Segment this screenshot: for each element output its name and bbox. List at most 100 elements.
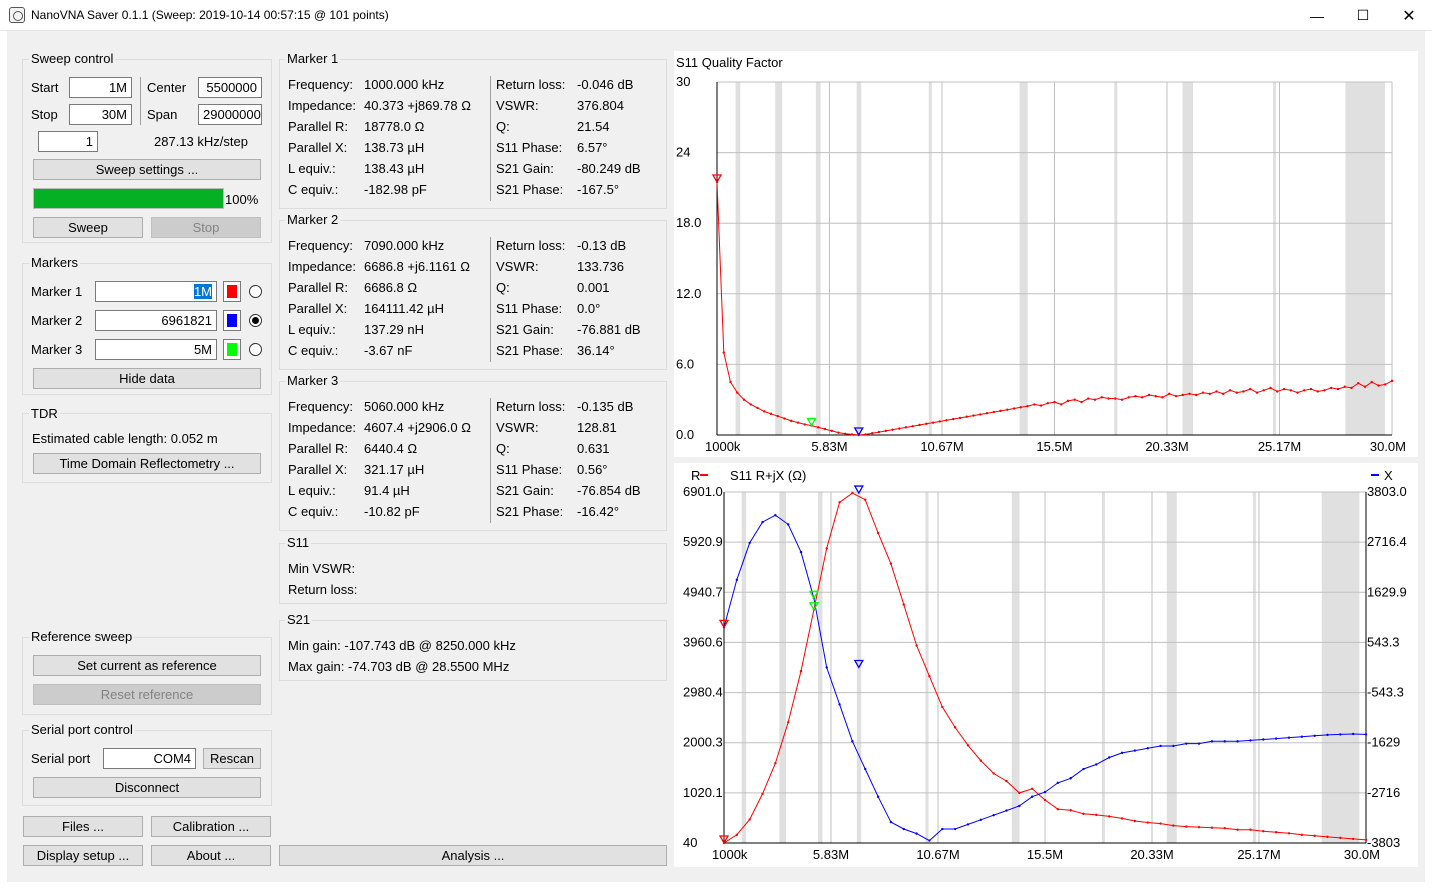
marker-field-value: -182.98 pF [364, 182, 427, 197]
selected-text: 1M [193, 284, 212, 299]
r-series-point [1313, 834, 1316, 838]
q-series-point [1242, 390, 1245, 393]
r-series-point [1197, 825, 1201, 829]
q-series-point [999, 409, 1002, 413]
q-series-point [1201, 391, 1205, 394]
close-icon[interactable]: ✕ [1386, 0, 1432, 31]
window-title-bar: NanoVNA Saver 0.1.1 (Sweep: 2019-10-14 0… [0, 0, 1432, 31]
q-series-point [1370, 380, 1373, 384]
files-button[interactable]: Files ... [23, 816, 143, 837]
marker-data-divider [490, 398, 491, 523]
q-series-point [756, 406, 759, 410]
x-tick-label: 15.5M [1027, 847, 1063, 862]
marker-select-radio[interactable] [249, 343, 262, 356]
marker-select-radio[interactable] [249, 314, 262, 327]
marker-color-swatch [227, 314, 237, 327]
q-series-point [1127, 396, 1130, 399]
s11-summary-title: S11 [285, 535, 312, 550]
x-series-point [953, 827, 957, 831]
reset-reference-button[interactable]: Reset reference [33, 684, 261, 705]
r-series-point [1082, 812, 1085, 816]
tdr-button[interactable]: Time Domain Reflectometry ... [33, 453, 261, 474]
stop-input[interactable]: 30M [69, 104, 132, 125]
y-left-tick-label: 5920.9 [683, 534, 723, 549]
marker-field-label: Parallel X: [288, 462, 348, 477]
stop-label: Stop [31, 107, 58, 122]
marker-color-button[interactable] [223, 339, 241, 360]
hide-data-button[interactable]: Hide data [33, 368, 261, 389]
r-series-point [889, 562, 893, 565]
r-series-point [1133, 819, 1137, 823]
q-series-point [1262, 389, 1265, 392]
marker-frequency-input[interactable]: 1M [95, 281, 217, 302]
q-series-point [1323, 389, 1326, 392]
q-series-point [871, 432, 874, 435]
r-series-point [1120, 817, 1124, 820]
marker-field-label: Parallel R: [288, 441, 348, 456]
marker-label: Marker 2 [31, 313, 83, 328]
marker-select-radio[interactable] [249, 285, 262, 298]
sweep-progress-bar [33, 188, 224, 209]
center-input[interactable]: 5500000 [198, 77, 262, 98]
q-series-point [938, 420, 941, 423]
x-series-point [787, 523, 790, 526]
marker-frequency-input[interactable]: 5M [95, 339, 217, 360]
marker-triangle [806, 417, 817, 427]
q-series-point [877, 430, 881, 434]
calibration-button[interactable]: Calibration ... [151, 816, 271, 837]
q-series-point [952, 417, 955, 421]
stop-button[interactable]: Stop [151, 217, 261, 238]
x-series-point [735, 578, 739, 582]
r-series-point [1172, 824, 1175, 827]
marker-data-title: Marker 3 [285, 373, 341, 388]
rjx-chart-canvas: R S11 R+jX (Ω) X 1000k 5.83M 10.67M 15.5M 20.33… [683, 468, 1407, 862]
marker-data-divider [490, 76, 491, 201]
maximize-icon[interactable]: ☐ [1340, 0, 1386, 31]
marker-data-divider [490, 237, 491, 362]
marker-field-label: Impedance: [288, 420, 356, 435]
marker-color-button[interactable] [223, 310, 241, 331]
q-series-point [817, 426, 820, 429]
q-series-point [790, 419, 793, 423]
q-series-point [1134, 394, 1137, 398]
marker-field-value: 0.56° [577, 462, 608, 477]
display-setup-button[interactable]: Display setup ... [23, 845, 143, 866]
about-button[interactable]: About ... [151, 845, 271, 866]
r-series-point [928, 675, 931, 678]
sweep-settings-button[interactable]: Sweep settings ... [33, 159, 261, 180]
minimize-icon[interactable]: — [1294, 0, 1340, 31]
marker-frequency-input[interactable]: 6961821 [95, 310, 217, 331]
q-series-point [1222, 392, 1225, 396]
set-reference-button[interactable]: Set current as reference [33, 655, 261, 676]
q-series-point [1107, 397, 1110, 400]
q-series-point [1363, 385, 1367, 388]
marker-field-value: 36.14° [577, 343, 615, 358]
r-series-point [915, 644, 918, 647]
rescan-button[interactable]: Rescan [203, 748, 261, 769]
x-series-point [915, 832, 918, 835]
q-series-point [763, 410, 766, 413]
marker-color-button[interactable] [223, 281, 241, 302]
serial-port-input[interactable]: COM4 [103, 748, 196, 769]
x-series-point [1210, 740, 1214, 743]
band-shading [1166, 492, 1177, 843]
s11-quality-factor-chart[interactable]: S11 Quality Factor 1000k 5.83M 10.67M 15.5M 2… [674, 51, 1418, 457]
q-series-point [1080, 400, 1083, 404]
q-series-point [1154, 394, 1157, 398]
sweep-button[interactable]: Sweep [33, 217, 143, 238]
s11-rjx-chart[interactable]: R S11 R+jX (Ω) X 1000k 5.83M 10.67M 15.5M 20.33… [674, 463, 1418, 867]
q-series-point [1255, 391, 1259, 394]
segments-input[interactable]: 1 [38, 131, 98, 152]
r-series-point [1043, 798, 1047, 802]
x-series-point [1005, 809, 1008, 812]
x-series-point [799, 550, 803, 554]
span-input[interactable]: 29000000 [198, 104, 262, 125]
analysis-button[interactable]: Analysis ... [279, 845, 667, 866]
start-input[interactable]: 1M [69, 77, 132, 98]
x-series-point [902, 827, 905, 831]
marker-data-title: Marker 1 [285, 51, 341, 66]
q-series-point [844, 432, 847, 436]
q-series-point [749, 403, 752, 406]
x-series-point [1069, 777, 1072, 780]
disconnect-button[interactable]: Disconnect [33, 777, 261, 798]
